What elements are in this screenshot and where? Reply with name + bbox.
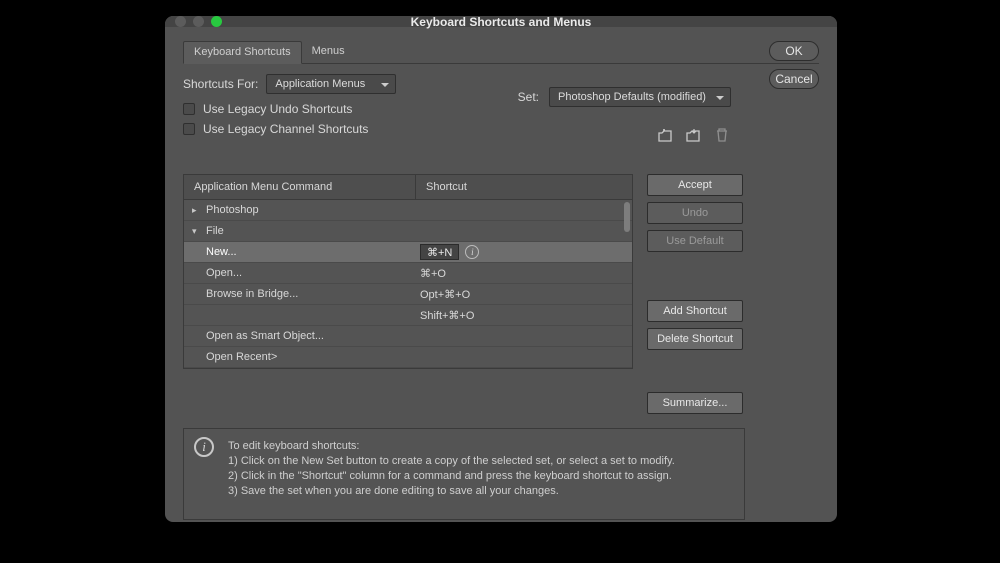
legacy-channel-label: Use Legacy Channel Shortcuts <box>203 122 368 136</box>
set-select[interactable]: Photoshop Defaults (modified) <box>549 87 731 107</box>
info-icon: i <box>194 437 214 457</box>
table-row[interactable]: Shift+⌘+O <box>184 305 632 326</box>
primary-buttons: OK Cancel <box>769 41 819 89</box>
tab-bar: Keyboard Shortcuts Menus <box>183 41 819 64</box>
cancel-button[interactable]: Cancel <box>769 69 819 89</box>
table-row[interactable]: Open Recent> <box>184 347 632 368</box>
row-label: Browse in Bridge... <box>206 288 298 300</box>
table-row[interactable]: Browse in Bridge... Opt+⌘+O <box>184 284 632 305</box>
info-line-1: 1) Click on the New Set button to create… <box>228 454 732 469</box>
row-label: File <box>206 225 224 237</box>
undo-button[interactable]: Undo <box>647 202 743 224</box>
table-row[interactable]: ▾ File <box>184 221 632 242</box>
row-label: Open as Smart Object... <box>206 330 324 342</box>
chevron-down-icon[interactable]: ▾ <box>192 226 202 237</box>
side-buttons: Accept Undo Use Default Add Shortcut Del… <box>647 174 743 414</box>
row-label: Open Recent> <box>206 351 277 363</box>
shortcut-table-area: Application Menu Command Shortcut ▸ Photo… <box>183 142 633 414</box>
tab-keyboard-shortcuts[interactable]: Keyboard Shortcuts <box>183 41 302 64</box>
row-label: Open... <box>206 267 242 279</box>
maximize-window-button[interactable] <box>211 16 222 27</box>
table-row[interactable]: Open... ⌘+O <box>184 263 632 284</box>
info-line-3: 3) Save the set when you are done editin… <box>228 484 732 499</box>
info-line-2: 2) Click in the "Shortcut" column for a … <box>228 469 732 484</box>
shortcuts-for-label: Shortcuts For: <box>183 77 258 91</box>
set-icons <box>657 127 731 143</box>
set-value: Photoshop Defaults (modified) <box>558 91 706 103</box>
dialog-window: Keyboard Shortcuts and Menus OK Cancel K… <box>165 16 837 522</box>
minimize-window-button[interactable] <box>193 16 204 27</box>
table-body[interactable]: ▸ Photoshop ▾ File New... ⌘+N i Open... ⌘+O Brows… <box>184 200 632 368</box>
chevron-right-icon[interactable]: ▸ <box>192 205 202 216</box>
col-command: Application Menu Command <box>184 175 416 199</box>
accept-button[interactable]: Accept <box>647 174 743 196</box>
new-set-icon[interactable] <box>657 127 675 143</box>
set-row: Set: Photoshop Defaults (modified) <box>518 87 731 107</box>
info-box: i To edit keyboard shortcuts: 1) Click o… <box>183 428 745 520</box>
titlebar: Keyboard Shortcuts and Menus <box>165 16 837 27</box>
legacy-undo-label: Use Legacy Undo Shortcuts <box>203 102 352 116</box>
ok-button[interactable]: OK <box>769 41 819 61</box>
add-shortcut-button[interactable]: Add Shortcut <box>647 300 743 322</box>
shortcut-input[interactable]: ⌘+N <box>420 244 459 260</box>
conflict-info-icon[interactable]: i <box>465 245 479 259</box>
row-label: New... <box>206 246 237 258</box>
table-row[interactable]: New... ⌘+N i <box>184 242 632 263</box>
shortcut-text: ⌘+O <box>420 267 446 280</box>
table-row[interactable]: Open as Smart Object... <box>184 326 632 347</box>
use-default-button[interactable]: Use Default <box>647 230 743 252</box>
table-header: Application Menu Command Shortcut <box>184 175 632 200</box>
set-label: Set: <box>518 90 539 104</box>
close-window-button[interactable] <box>175 16 186 27</box>
dialog-body: OK Cancel Keyboard Shortcuts Menus Short… <box>165 27 837 538</box>
window-controls <box>175 16 222 27</box>
col-shortcut: Shortcut <box>416 175 632 199</box>
checkbox-icon <box>183 123 195 135</box>
shortcuts-for-select[interactable]: Application Menus <box>266 74 396 94</box>
scrollbar-thumb[interactable] <box>624 202 630 232</box>
summarize-button[interactable]: Summarize... <box>647 392 743 414</box>
shortcut-table: Application Menu Command Shortcut ▸ Photo… <box>183 174 633 369</box>
row-label: Photoshop <box>206 204 259 216</box>
shortcut-text: Opt+⌘+O <box>420 288 470 301</box>
content-area: Application Menu Command Shortcut ▸ Photo… <box>183 142 819 414</box>
info-title: To edit keyboard shortcuts: <box>228 439 732 454</box>
table-row[interactable]: ▸ Photoshop <box>184 200 632 221</box>
shortcut-text: Shift+⌘+O <box>420 309 474 322</box>
shortcuts-for-value: Application Menus <box>275 78 365 90</box>
delete-set-icon[interactable] <box>713 127 731 143</box>
save-set-icon[interactable] <box>685 127 703 143</box>
checkbox-icon <box>183 103 195 115</box>
delete-shortcut-button[interactable]: Delete Shortcut <box>647 328 743 350</box>
tab-menus[interactable]: Menus <box>302 41 355 63</box>
